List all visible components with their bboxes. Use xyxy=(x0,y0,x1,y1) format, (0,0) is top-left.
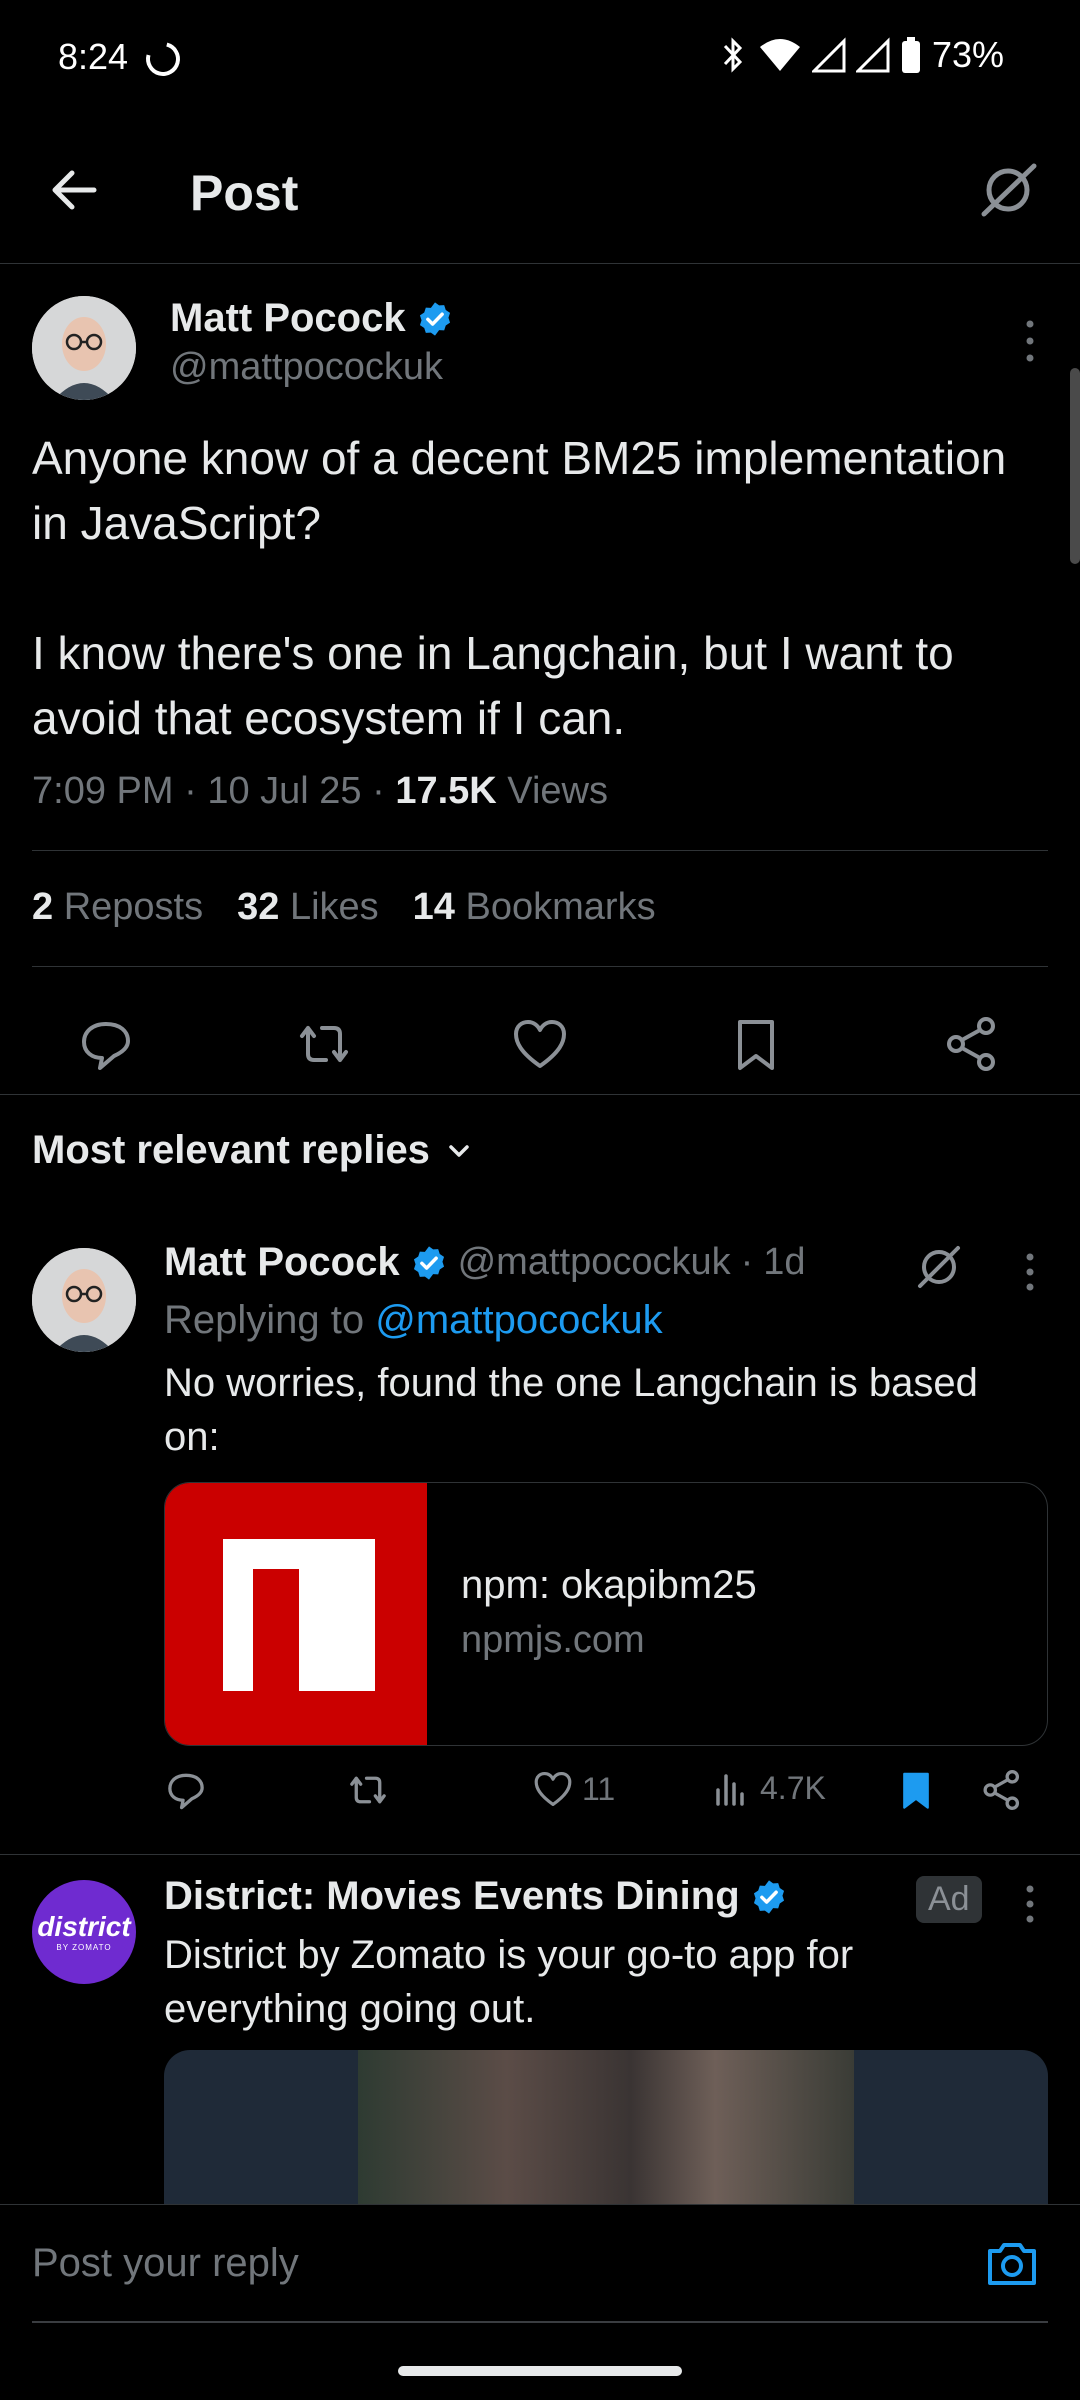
verified-badge-icon xyxy=(753,1879,784,1914)
advertiser-avatar[interactable]: district BY ZOMATO xyxy=(32,1880,136,1984)
reply-input[interactable] xyxy=(32,2205,932,2321)
ad-media[interactable] xyxy=(164,2050,1048,2204)
share-button[interactable] xyxy=(980,1768,1024,1812)
author-name: Matt Pocock xyxy=(170,296,406,340)
replying-handle-link[interactable]: @mattpocockuk xyxy=(375,1298,662,1342)
reply-author-name[interactable]: Matt Pocock xyxy=(164,1240,400,1285)
advertiser-name-row[interactable]: District: Movies Events Dining xyxy=(164,1874,788,1919)
views-count: 17.5K xyxy=(395,770,497,812)
replies-sort-dropdown[interactable]: Most relevant replies xyxy=(32,1128,474,1173)
views-label: Views xyxy=(507,770,608,812)
replying-to: Replying to @mattpocockuk xyxy=(164,1298,663,1343)
repost-button[interactable] xyxy=(346,1768,390,1812)
link-card[interactable]: npm: okapibm25 npmjs.com xyxy=(164,1482,1048,1746)
ad-badge: Ad xyxy=(916,1876,982,1923)
separator-dot: · xyxy=(740,1241,754,1283)
status-bar: 8:24 73% xyxy=(0,0,1080,120)
views-icon xyxy=(716,1774,744,1806)
wifi-icon xyxy=(759,39,800,71)
verified-badge-icon xyxy=(419,301,450,336)
share-icon xyxy=(983,1770,1020,1810)
home-indicator[interactable] xyxy=(398,2366,682,2376)
ad-text: District by Zomato is your go-to app for… xyxy=(164,1933,854,2031)
scrollbar[interactable] xyxy=(1070,368,1080,564)
divider xyxy=(32,966,1048,967)
advertiser-logo-text: district xyxy=(37,1910,131,1942)
divider xyxy=(0,1094,1080,1095)
post-text: Anyone know of a decent BM25 implementat… xyxy=(32,432,1007,744)
battery-icon xyxy=(901,37,920,73)
signal-icon-2 xyxy=(855,37,890,73)
verified-badge-icon xyxy=(413,1245,444,1280)
post-stats: 2 Reposts 32 Likes 14 Bookmarks xyxy=(32,886,656,929)
npm-logo-thumbnail xyxy=(165,1483,427,1745)
views-button[interactable]: 4.7K xyxy=(712,1768,826,1808)
reply-composer xyxy=(0,2204,1080,2324)
like-count: 11 xyxy=(582,1770,616,1807)
more-vertical-icon[interactable] xyxy=(1020,318,1040,364)
more-vertical-icon[interactable] xyxy=(1020,1252,1040,1292)
chevron-down-icon xyxy=(449,1144,469,1157)
views-count: 4.7K xyxy=(760,1769,826,1806)
advertiser-name: District: Movies Events Dining xyxy=(164,1874,740,1918)
reposts-stat[interactable]: 2 Reposts xyxy=(32,886,203,929)
author-name-row[interactable]: Matt Pocock xyxy=(170,296,454,341)
reply-actions: 11 4.7K xyxy=(164,1768,1048,1828)
reply-header: Matt Pocock @mattpocockuk · 1d xyxy=(164,1240,806,1285)
ad-media-image xyxy=(358,2050,854,2204)
reply-button[interactable] xyxy=(164,1768,208,1812)
like-button[interactable]: 11 xyxy=(532,1768,615,1810)
grok-icon[interactable] xyxy=(976,158,1040,222)
reply-author-handle[interactable]: @mattpocockuk xyxy=(458,1241,731,1284)
npm-logo xyxy=(223,1539,375,1691)
bookmark-button[interactable] xyxy=(894,1768,938,1812)
bookmark-icon[interactable] xyxy=(726,1014,786,1074)
grok-icon[interactable] xyxy=(912,1240,966,1294)
link-card-title: npm: okapibm25 xyxy=(461,1563,757,1607)
like-icon[interactable] xyxy=(510,1014,570,1074)
divider xyxy=(32,850,1048,851)
replying-prefix: Replying to xyxy=(164,1298,365,1342)
reply-icon[interactable] xyxy=(76,1014,136,1074)
repost-icon[interactable] xyxy=(294,1014,354,1074)
post-time[interactable]: 7:09 PM xyxy=(32,770,174,812)
status-icons: 73% xyxy=(718,34,1004,76)
share-icon[interactable] xyxy=(942,1014,1002,1074)
post-actions xyxy=(0,994,1080,1094)
post-date[interactable]: 10 Jul 25 xyxy=(207,770,361,812)
repost-icon xyxy=(350,1776,386,1804)
reply-icon xyxy=(168,1773,204,1810)
avatar[interactable] xyxy=(32,296,136,400)
author-handle[interactable]: @mattpocockuk xyxy=(170,346,443,389)
camera-icon[interactable] xyxy=(984,2235,1040,2291)
advertiser-logo-sub: BY ZOMATO xyxy=(56,1942,112,1952)
composer-underline xyxy=(32,2321,1048,2323)
reply-text: No worries, found the one Langchain is b… xyxy=(164,1361,978,1459)
promoted-post[interactable]: district BY ZOMATO District: Movies Even… xyxy=(0,1854,1080,2204)
bluetooth-icon xyxy=(723,37,743,73)
link-card-domain: npmjs.com xyxy=(461,1619,645,1661)
bookmarks-stat[interactable]: 14 Bookmarks xyxy=(413,886,656,929)
likes-stat[interactable]: 32 Likes xyxy=(237,886,379,929)
signal-icon xyxy=(811,37,846,73)
battery-percent: 73% xyxy=(931,34,1004,75)
avatar[interactable] xyxy=(32,1248,136,1352)
page-title: Post xyxy=(190,165,299,221)
reply-age: 1d xyxy=(763,1241,806,1283)
like-icon xyxy=(534,1772,572,1806)
bookmark-filled-icon xyxy=(903,1772,929,1809)
sync-icon xyxy=(139,35,187,83)
back-arrow-icon[interactable] xyxy=(44,160,104,220)
status-time: 8:24 xyxy=(58,36,129,77)
post-meta: 7:09 PM · 10 Jul 25 · 17.5K Views xyxy=(32,770,608,812)
app-bar: Post xyxy=(0,130,1080,264)
replies-sort-label: Most relevant replies xyxy=(32,1128,430,1172)
more-vertical-icon[interactable] xyxy=(1020,1884,1040,1924)
